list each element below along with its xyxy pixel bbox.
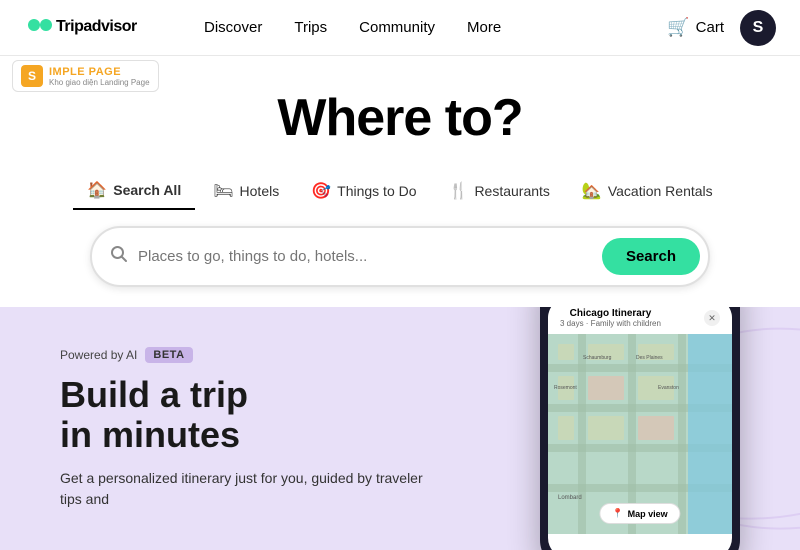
svg-text:Tripadvisor: Tripadvisor — [56, 18, 137, 35]
ai-section: Powered by AI BETA Build a trip in minut… — [0, 307, 800, 550]
powered-by-label: Powered by AI — [60, 348, 137, 362]
nav-discover[interactable]: Discover — [204, 19, 262, 36]
tab-vacation-label: Vacation Rentals — [608, 183, 713, 199]
phone-header-info: Chicago Itinerary 3 days · Family with c… — [560, 308, 661, 328]
house-icon: 🏡 — [582, 181, 602, 201]
sp-title: IMPLE PAGE — [49, 66, 150, 78]
beta-row: Powered by AI BETA — [60, 347, 440, 363]
nav-community[interactable]: Community — [359, 19, 435, 36]
beta-badge: BETA — [145, 347, 192, 363]
map-view-button[interactable]: 📍 Map view — [599, 503, 680, 524]
tab-hotels[interactable]: 🛏 Hotels — [199, 173, 293, 209]
cart-icon: 🛒 — [667, 17, 689, 38]
tab-search-all-label: Search All — [113, 182, 181, 198]
ai-content: Powered by AI BETA Build a trip in minut… — [60, 347, 440, 510]
bed-icon: 🛏 — [213, 181, 233, 201]
logo-svg: Tripadvisor — [24, 11, 144, 39]
tab-things-to-do[interactable]: 🎯 Things to Do — [297, 173, 430, 209]
sp-text: IMPLE PAGE Kho giao diện Landing Page — [49, 66, 150, 87]
tab-restaurants[interactable]: 🍴 Restaurants — [435, 173, 564, 209]
phone-screen: Chicago Itinerary 3 days · Family with c… — [548, 307, 732, 550]
search-button[interactable]: Search — [602, 238, 700, 275]
phone-mockup: Chicago Itinerary 3 days · Family with c… — [540, 307, 740, 550]
ai-description: Get a personalized itinerary just for yo… — [60, 468, 440, 510]
svg-text:Lombard: Lombard — [558, 495, 582, 501]
phone-device: Chicago Itinerary 3 days · Family with c… — [540, 307, 740, 550]
tab-search-all[interactable]: 🏠 Search All — [73, 172, 195, 210]
ai-title-line1: Build a trip — [60, 374, 248, 415]
search-input[interactable] — [138, 248, 602, 265]
svg-text:Rosemont: Rosemont — [554, 385, 577, 391]
hero-section: Where to? 🏠 Search All 🛏 Hotels 🎯 Things… — [0, 56, 800, 307]
nav-more[interactable]: More — [467, 19, 501, 36]
tripadvisor-logo[interactable]: Tripadvisor — [24, 11, 144, 45]
ai-title: Build a trip in minutes — [60, 375, 440, 454]
tab-hotels-label: Hotels — [240, 183, 280, 199]
search-bar: Search — [90, 226, 710, 287]
nav-trips[interactable]: Trips — [294, 19, 327, 36]
navbar: Tripadvisor Discover Trips Community Mor… — [0, 0, 800, 56]
navbar-left: Tripadvisor Discover Trips Community Mor… — [24, 11, 501, 45]
sp-subtitle: Kho giao diện Landing Page — [49, 78, 150, 87]
tab-things-label: Things to Do — [337, 183, 416, 199]
itinerary-subtitle: 3 days · Family with children — [560, 319, 661, 328]
sp-icon: S — [21, 65, 43, 87]
ticket-icon: 🎯 — [311, 181, 331, 201]
hero-title: Where to? — [277, 88, 522, 148]
simple-page-badge: S IMPLE PAGE Kho giao diện Landing Page — [12, 60, 159, 92]
map-pin-icon: 📍 — [612, 508, 623, 519]
phone-close-btn[interactable]: ✕ — [704, 310, 720, 326]
phone-map: Chicago Lombard Schaumburg Des Plaines R… — [548, 334, 732, 534]
user-avatar[interactable]: S — [740, 10, 776, 46]
cart-label: Cart — [696, 19, 724, 36]
svg-text:Des Plaines: Des Plaines — [636, 355, 663, 361]
map-view-label: Map view — [628, 509, 668, 519]
home-icon: 🏠 — [87, 180, 107, 200]
tab-restaurants-label: Restaurants — [474, 183, 549, 199]
phone-header: Chicago Itinerary 3 days · Family with c… — [548, 307, 732, 334]
search-icon — [110, 245, 128, 268]
search-tabs: 🏠 Search All 🛏 Hotels 🎯 Things to Do 🍴 R… — [73, 172, 726, 210]
nav-links: Discover Trips Community More — [204, 19, 501, 36]
itinerary-title: Chicago Itinerary — [560, 308, 661, 319]
navbar-right: 🛒 Cart S — [667, 10, 776, 46]
svg-text:Evanston: Evanston — [658, 385, 679, 391]
svg-text:Schaumburg: Schaumburg — [583, 355, 612, 361]
cart-button[interactable]: 🛒 Cart — [667, 17, 724, 38]
tab-vacation-rentals[interactable]: 🏡 Vacation Rentals — [568, 173, 727, 209]
fork-icon: 🍴 — [449, 181, 469, 201]
ai-title-line2: in minutes — [60, 414, 240, 455]
